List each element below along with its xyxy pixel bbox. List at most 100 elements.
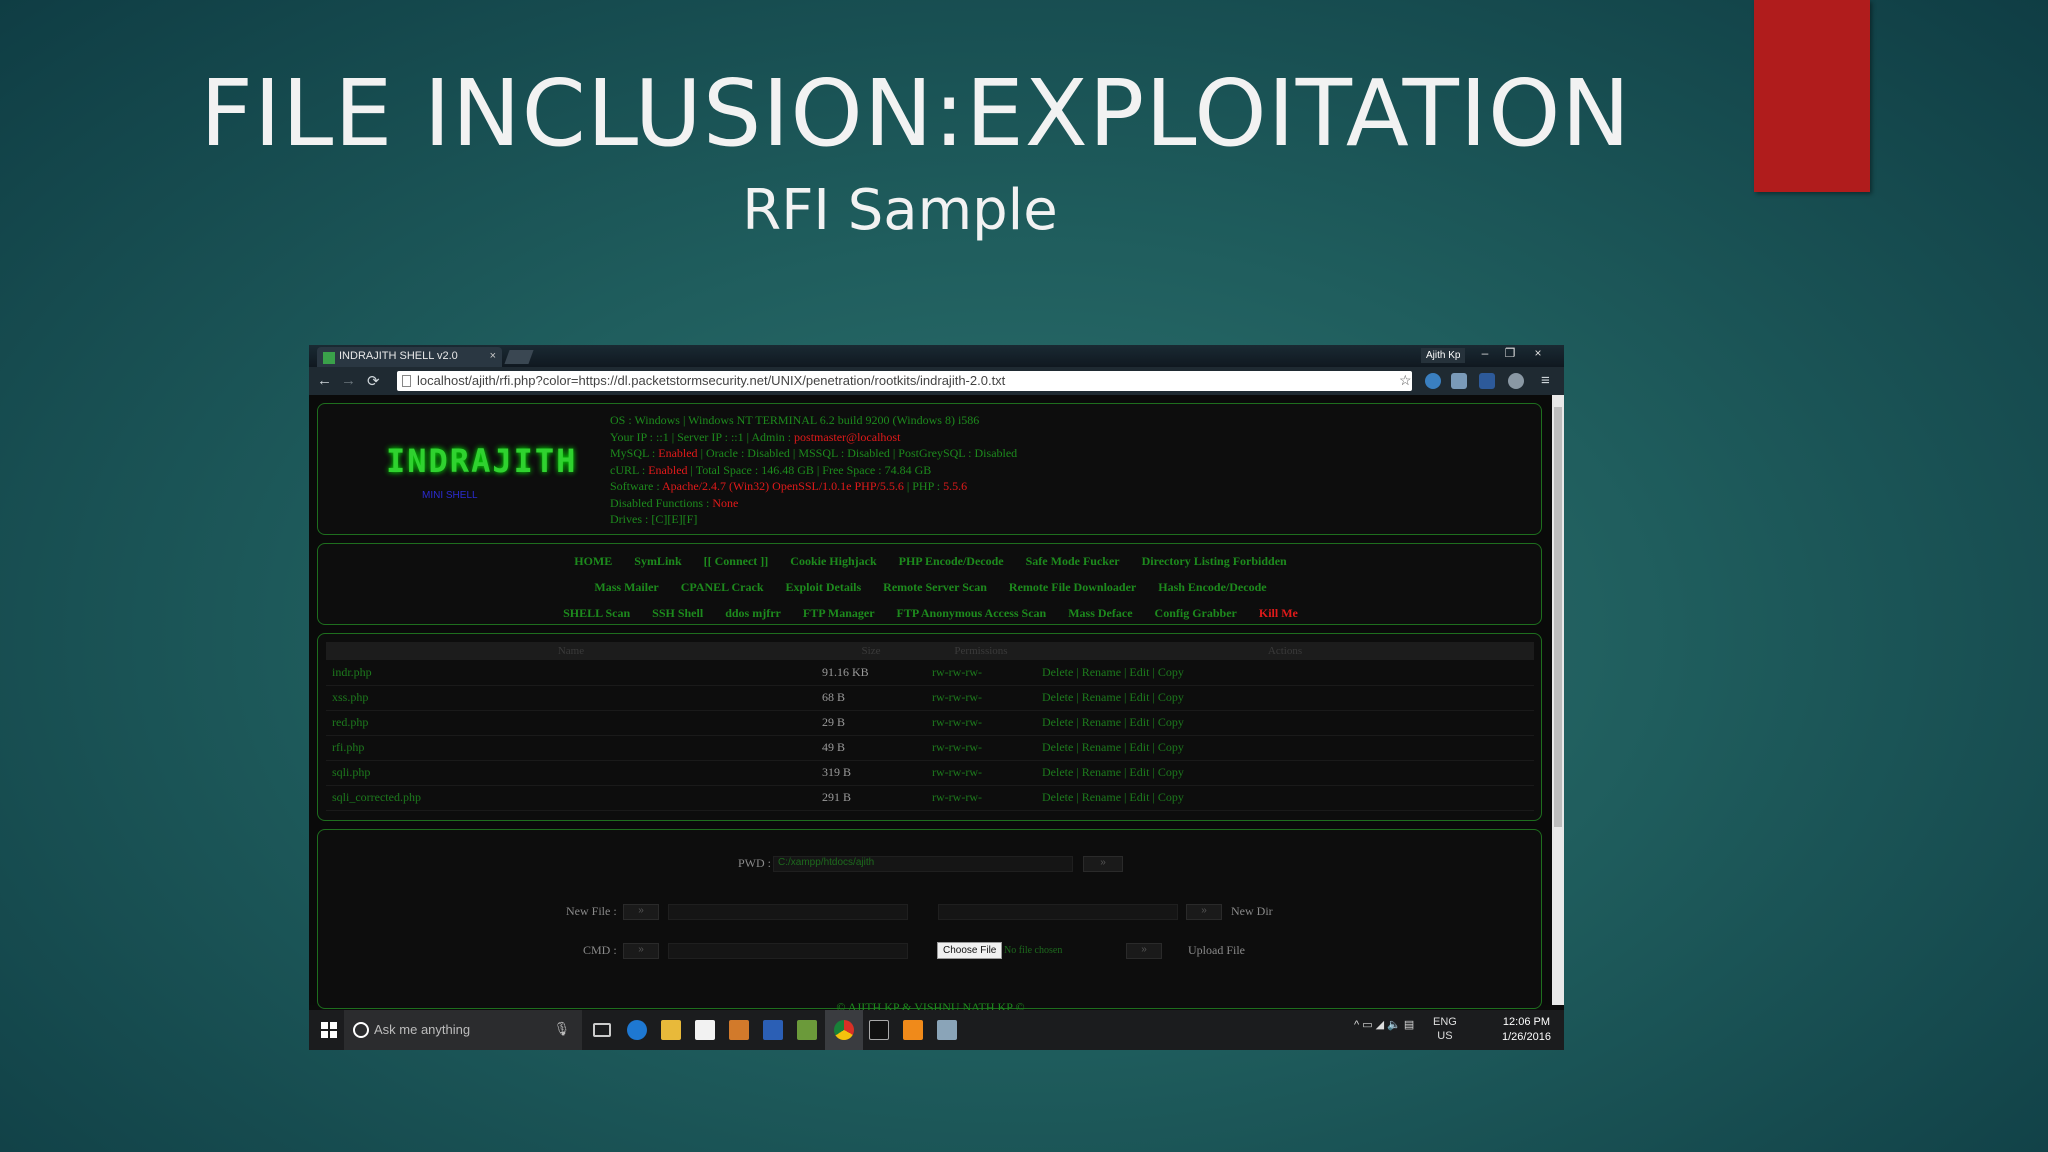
- file-name[interactable]: red.php: [326, 710, 816, 736]
- language-indicator[interactable]: ENG US: [1433, 1015, 1457, 1043]
- table-row: red.php 29 Brw-rw-rw- Delete | Rename | Ed…: [326, 710, 1534, 736]
- menu-php-encode[interactable]: PHP Encode/Decode: [899, 554, 1004, 568]
- file-name[interactable]: sqli.php: [326, 760, 816, 786]
- media-player-icon[interactable]: [729, 1020, 749, 1040]
- menu-exploit-details[interactable]: Exploit Details: [786, 580, 862, 594]
- file-perm[interactable]: rw-rw-rw-: [926, 785, 1036, 811]
- cmd-input[interactable]: [668, 943, 908, 959]
- file-size: 68 B: [816, 685, 926, 711]
- menu-cookie-highjack[interactable]: Cookie Highjack: [790, 554, 876, 568]
- taskbar-clock[interactable]: 12:06 PM 1/26/2016: [1502, 1015, 1551, 1045]
- file-size: 49 B: [816, 735, 926, 761]
- menu-icon[interactable]: ≡: [1541, 372, 1550, 389]
- menu-mass-mailer[interactable]: Mass Mailer: [594, 580, 658, 594]
- file-perm[interactable]: rw-rw-rw-: [926, 660, 1036, 686]
- file-perm[interactable]: rw-rw-rw-: [926, 685, 1036, 711]
- menu-hash[interactable]: Hash Encode/Decode: [1158, 580, 1266, 594]
- menu-safe-mode[interactable]: Safe Mode Fucker: [1026, 554, 1120, 568]
- file-perm[interactable]: rw-rw-rw-: [926, 710, 1036, 736]
- menu-shell-scan[interactable]: SHELL Scan: [563, 606, 630, 620]
- reload-icon[interactable]: ⟳: [367, 372, 380, 390]
- close-window-button[interactable]: ×: [1527, 346, 1549, 360]
- file-actions[interactable]: Delete | Rename | Edit | Copy: [1036, 760, 1534, 786]
- file-actions[interactable]: Delete | Rename | Edit | Copy: [1036, 685, 1534, 711]
- shell-menu-panel: HOME SymLink [[ Connect ]] Cookie Highjack P…: [317, 543, 1542, 625]
- system-tray-icons[interactable]: ^ ▭ ◢ 🔈 ▤: [1354, 1018, 1414, 1031]
- menu-mass-deface[interactable]: Mass Deface: [1068, 606, 1132, 620]
- extension-globe-icon[interactable]: [1425, 373, 1441, 389]
- url-field[interactable]: localhost/ajith/rfi.php?color=https://dl…: [397, 371, 1412, 391]
- menu-remote-scan[interactable]: Remote Server Scan: [883, 580, 987, 594]
- page-scrollbar[interactable]: [1552, 395, 1564, 1005]
- sublime-icon[interactable]: [903, 1020, 923, 1040]
- task-view-icon[interactable]: [593, 1023, 611, 1037]
- user-profile-label[interactable]: Ajith Kp: [1421, 348, 1466, 363]
- menu-symlink[interactable]: SymLink: [634, 554, 681, 568]
- extension-chart-icon[interactable]: [1479, 373, 1495, 389]
- cortana-search[interactable]: Ask me anything 🎙: [344, 1010, 582, 1050]
- table-row: sqli_corrected.php 291 Brw-rw-rw- Delete |…: [326, 785, 1534, 811]
- file-actions[interactable]: Delete | Rename | Edit | Copy: [1036, 710, 1534, 736]
- menu-connect[interactable]: [[ Connect ]]: [704, 554, 769, 568]
- file-explorer-icon[interactable]: [661, 1020, 681, 1040]
- tab-close-icon[interactable]: ×: [490, 350, 496, 362]
- menu-kill-me[interactable]: Kill Me: [1259, 606, 1298, 620]
- scrollbar-thumb[interactable]: [1554, 407, 1562, 827]
- notepad-icon[interactable]: [797, 1020, 817, 1040]
- menu-remote-downloader[interactable]: Remote File Downloader: [1009, 580, 1136, 594]
- notes-icon[interactable]: [937, 1020, 957, 1040]
- minimize-button[interactable]: –: [1474, 346, 1496, 360]
- menu-ddos[interactable]: ddos mjfrr: [725, 606, 781, 620]
- menu-config-grabber[interactable]: Config Grabber: [1155, 606, 1237, 620]
- cmd-go-button[interactable]: »: [623, 943, 659, 959]
- menu-dir-listing[interactable]: Directory Listing Forbidden: [1142, 554, 1287, 568]
- file-size: 291 B: [816, 785, 926, 811]
- chrome-icon[interactable]: [834, 1020, 854, 1040]
- pwd-go-button[interactable]: »: [1083, 856, 1123, 872]
- pwd-input[interactable]: C:/xampp/htdocs/ajith: [773, 856, 1073, 872]
- new-file-go-button[interactable]: »: [623, 904, 659, 920]
- upload-go-button[interactable]: »: [1126, 943, 1162, 959]
- edge-icon[interactable]: [627, 1020, 647, 1040]
- file-name[interactable]: sqli_corrected.php: [326, 785, 816, 811]
- menu-cpanel-crack[interactable]: CPANEL Crack: [681, 580, 764, 594]
- choose-file-button[interactable]: Choose File: [937, 942, 1003, 959]
- menu-row-2: Mass Mailer CPANEL Crack Exploit Details Re…: [318, 580, 1543, 595]
- user-icon[interactable]: [1508, 373, 1524, 389]
- info-admin: postmaster@localhost: [794, 429, 901, 444]
- restore-button[interactable]: ❐: [1499, 346, 1521, 360]
- file-actions[interactable]: Delete | Rename | Edit | Copy: [1036, 660, 1534, 686]
- menu-home[interactable]: HOME: [574, 554, 612, 568]
- word-icon[interactable]: [763, 1020, 783, 1040]
- back-icon[interactable]: ←: [317, 372, 332, 389]
- file-actions[interactable]: Delete | Rename | Edit | Copy: [1036, 735, 1534, 761]
- new-dir-go-button[interactable]: »: [1186, 904, 1222, 920]
- extension-cloud-icon[interactable]: [1451, 373, 1467, 389]
- menu-ftp-manager[interactable]: FTP Manager: [803, 606, 875, 620]
- menu-ftp-anon[interactable]: FTP Anonymous Access Scan: [897, 606, 1047, 620]
- microphone-icon[interactable]: 🎙: [553, 1021, 570, 1037]
- terminal-icon[interactable]: [869, 1020, 889, 1040]
- cortana-icon: [353, 1022, 369, 1038]
- windows-start-icon[interactable]: [321, 1022, 337, 1038]
- menu-row-3: SHELL Scan SSH Shell ddos mjfrr FTP Manager…: [318, 606, 1543, 621]
- tab-bar: INDRAJITH SHELL v2.0 × Ajith Kp – ❐ ×: [309, 345, 1564, 367]
- file-perm[interactable]: rw-rw-rw-: [926, 760, 1036, 786]
- new-tab-button[interactable]: [504, 350, 534, 364]
- new-file-input[interactable]: [668, 904, 908, 920]
- file-perm[interactable]: rw-rw-rw-: [926, 735, 1036, 761]
- file-name[interactable]: xss.php: [326, 685, 816, 711]
- store-icon[interactable]: [695, 1020, 715, 1040]
- star-icon[interactable]: ☆: [1399, 372, 1412, 389]
- slide-subtitle: RFI Sample: [742, 178, 1058, 243]
- forward-icon[interactable]: →: [341, 372, 356, 389]
- file-actions[interactable]: Delete | Rename | Edit | Copy: [1036, 785, 1534, 811]
- file-name[interactable]: indr.php: [326, 660, 816, 686]
- browser-tab[interactable]: INDRAJITH SHELL v2.0 ×: [317, 347, 502, 367]
- page-content: INDRAJITH MINI SHELL OS : Windows | Wind…: [309, 395, 1552, 1009]
- menu-ssh-shell[interactable]: SSH Shell: [652, 606, 703, 620]
- new-dir-input[interactable]: [938, 904, 1178, 920]
- file-name[interactable]: rfi.php: [326, 735, 816, 761]
- col-size: Size: [816, 642, 926, 660]
- no-file-chosen: No file chosen: [1004, 945, 1063, 956]
